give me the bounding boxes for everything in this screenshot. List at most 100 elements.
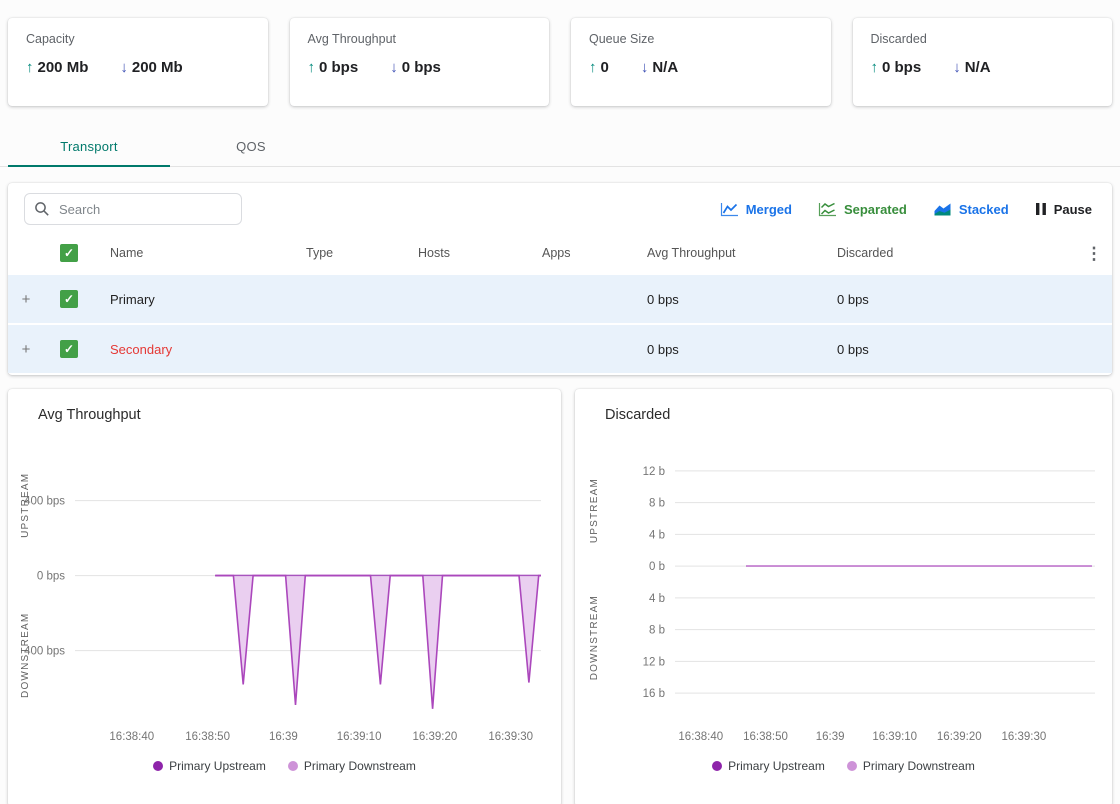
stacked-view-button[interactable]: Stacked (933, 200, 1009, 219)
table-row-secondary[interactable]: + Secondary 0 bps 0 bps (8, 325, 1112, 373)
axis-group-label: UPSTREAM (589, 478, 600, 543)
checkbox-cell (44, 340, 94, 358)
stat-card-avg-throughput: Avg Throughput ↑0 bps ↓0 bps (290, 18, 550, 106)
separated-chart-icon (818, 202, 837, 217)
search-input[interactable] (24, 193, 242, 225)
y-tick-label: 12 b (643, 466, 665, 478)
merged-view-label: Merged (746, 202, 792, 217)
page: Capacity ↑200 Mb ↓200 Mb Avg Throughput … (0, 0, 1120, 804)
downstream-stat: ↓N/A (641, 59, 678, 76)
table-toolbar: Merged Separated Stacked (8, 183, 1112, 233)
upstream-stat: ↑200 Mb (26, 59, 88, 76)
search-icon (34, 201, 50, 217)
downstream-value: N/A (652, 59, 678, 76)
x-tick-label: 16:39:10 (872, 731, 917, 743)
merged-chart-icon (720, 202, 739, 217)
row-discarded: 0 bps (821, 292, 1076, 307)
upstream-arrow-icon: ↑ (308, 59, 316, 76)
legend-dot-icon (847, 761, 857, 771)
chart-title: Discarded (575, 407, 1112, 423)
row-checkbox[interactable] (60, 340, 78, 358)
merged-view-button[interactable]: Merged (720, 200, 792, 219)
upstream-stat: ↑0 (589, 59, 609, 76)
legend-item[interactable]: Primary Downstream (847, 759, 975, 773)
column-header-type: Type (290, 246, 402, 260)
stat-label: Avg Throughput (308, 32, 532, 46)
x-tick-label: 16:38:40 (678, 731, 723, 743)
y-tick-label: 12 b (643, 656, 665, 668)
tab-transport[interactable]: Transport (8, 126, 170, 167)
column-header-name: Name (94, 246, 290, 260)
upstream-stat: ↑0 bps (871, 59, 922, 76)
stat-label: Queue Size (589, 32, 813, 46)
column-settings-menu-icon[interactable]: ⋮ (1086, 245, 1103, 262)
legend-label: Primary Downstream (863, 759, 975, 773)
expand-row-icon[interactable]: + (22, 341, 31, 358)
table-header-row: Name Type Hosts Apps Avg Throughput Disc… (8, 233, 1112, 273)
x-tick-label: 16:38:50 (185, 731, 230, 743)
pause-button[interactable]: Pause (1035, 200, 1092, 219)
expander-cell: + (8, 291, 44, 308)
avg-throughput-chart-card: Avg Throughput 400 bps0 bps400 bps16:38:… (8, 389, 561, 804)
row-name: Secondary (94, 342, 290, 357)
downstream-stat: ↓0 bps (390, 59, 441, 76)
downstream-arrow-icon: ↓ (120, 59, 128, 76)
row-checkbox[interactable] (60, 290, 78, 308)
y-tick-label: 4 b (649, 593, 665, 605)
legend-item[interactable]: Primary Upstream (712, 759, 825, 773)
axis-group-label: DOWNSTREAM (20, 613, 31, 698)
y-tick-label: 4 b (649, 529, 665, 541)
y-tick-label: 16 b (643, 688, 665, 700)
tab-qos[interactable]: QOS (170, 126, 332, 166)
legend-dot-icon (153, 761, 163, 771)
tab-bar: Transport QOS (0, 126, 1120, 167)
y-tick-label: 0 b (649, 561, 665, 573)
x-tick-label: 16:39 (269, 731, 298, 743)
transport-table-card: Merged Separated Stacked (8, 183, 1112, 375)
x-tick-label: 16:38:40 (109, 731, 154, 743)
checkbox-cell (44, 290, 94, 308)
stat-values: ↑0 ↓N/A (589, 59, 813, 76)
stat-values: ↑0 bps ↓N/A (871, 59, 1095, 76)
axis-group-label: UPSTREAM (20, 473, 31, 538)
y-tick-label: 0 bps (37, 571, 65, 583)
upstream-arrow-icon: ↑ (26, 59, 34, 76)
separated-view-button[interactable]: Separated (818, 200, 907, 219)
downstream-value: N/A (965, 59, 991, 76)
upstream-value: 0 (601, 59, 609, 76)
chart-legend: Primary Upstream Primary Downstream (8, 759, 561, 773)
legend-dot-icon (712, 761, 722, 771)
legend-label: Primary Upstream (169, 759, 266, 773)
upstream-arrow-icon: ↑ (871, 59, 879, 76)
expand-row-icon[interactable]: + (22, 291, 31, 308)
stat-label: Discarded (871, 32, 1095, 46)
legend-label: Primary Downstream (304, 759, 416, 773)
downstream-arrow-icon: ↓ (641, 59, 649, 76)
series-area (215, 576, 541, 709)
x-tick-label: 16:39:20 (413, 731, 458, 743)
x-tick-label: 16:39 (816, 731, 845, 743)
upstream-value: 200 Mb (38, 59, 89, 76)
downstream-value: 200 Mb (132, 59, 183, 76)
select-all-checkbox[interactable] (60, 244, 78, 262)
x-tick-label: 16:39:10 (337, 731, 382, 743)
legend-item[interactable]: Primary Downstream (288, 759, 416, 773)
discarded-chart: 12 b 8 b 4 b 0 b 4 b 8 b 12 b 16 b 16:38:40 16:38… (575, 425, 1112, 757)
legend-dot-icon (288, 761, 298, 771)
charts-row: Avg Throughput 400 bps0 bps400 bps16:38:… (8, 389, 1112, 804)
downstream-stat: ↓N/A (953, 59, 990, 76)
x-tick-label: 16:39:20 (937, 731, 982, 743)
upstream-value: 0 bps (882, 59, 921, 76)
stacked-chart-icon (933, 202, 952, 217)
y-tick-label: 8 b (649, 625, 665, 637)
upstream-arrow-icon: ↑ (589, 59, 597, 76)
x-tick-label: 16:38:50 (743, 731, 788, 743)
legend-item[interactable]: Primary Upstream (153, 759, 266, 773)
row-discarded: 0 bps (821, 342, 1076, 357)
stat-label: Capacity (26, 32, 250, 46)
y-tick-label: 8 b (649, 498, 665, 510)
downstream-stat: ↓200 Mb (120, 59, 182, 76)
table-row-primary[interactable]: + Primary 0 bps 0 bps (8, 275, 1112, 323)
pause-icon (1035, 202, 1047, 216)
column-header-hosts: Hosts (402, 246, 526, 260)
